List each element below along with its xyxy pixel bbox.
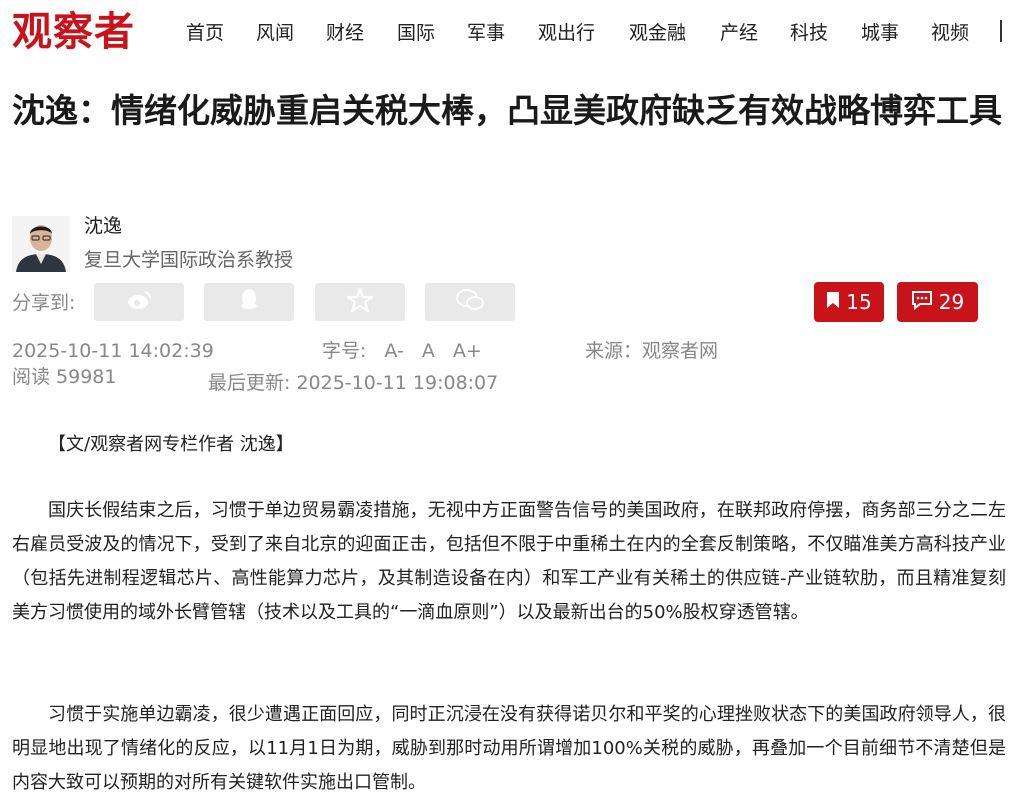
font-size-normal-button[interactable]: A (422, 340, 435, 362)
paragraph-text: 习惯于实施单边霸凌，很少遭遇正面回应，同时正沉浸在没有获得诺贝尔和平奖的心理挫败… (12, 704, 1006, 793)
nav-item-city[interactable]: 城事 (861, 18, 931, 48)
weibo-icon (126, 289, 152, 315)
nav-item-guanchuxing[interactable]: 观出行 (538, 18, 629, 48)
publish-time: 2025-10-11 14:02:39 (12, 340, 214, 362)
font-size-label: 字号: (322, 340, 367, 362)
article-byline: 【文/观察者网专栏作者 沈逸】 (48, 434, 294, 455)
article-body-paragraph: 国庆长假结束之后，习惯于单边贸易霸凌措施，无视中方正面警告信号的美国政府，在联邦… (12, 494, 1006, 630)
bookmark-count: 15 (846, 290, 872, 314)
comment-button[interactable]: 29 (897, 282, 978, 322)
font-size-larger-button[interactable]: A+ (453, 340, 482, 362)
paragraph-text: 国庆长假结束之后，习惯于单边贸易霸凌措施，无视中方正面警告信号的美国政府，在联邦… (12, 500, 1006, 623)
author-name[interactable]: 沈逸 (84, 212, 122, 240)
article-source: 来源：观察者网 (585, 340, 719, 362)
qq-icon (238, 288, 260, 316)
nav-item-fengwen[interactable]: 风闻 (256, 18, 326, 48)
wechat-icon (456, 289, 484, 315)
site-logo[interactable]: 观察者 (12, 6, 135, 58)
top-bar: 观察者 首页 风闻 财经 国际 军事 观出行 观金融 产经 科技 城事 视频 (0, 0, 1024, 64)
font-size-smaller-button[interactable]: A- (384, 340, 403, 362)
share-weibo-button[interactable] (94, 283, 184, 321)
author-description: 复旦大学国际政治系教授 (84, 249, 294, 271)
nav-item-military[interactable]: 军事 (467, 18, 538, 48)
comment-count: 29 (938, 290, 965, 314)
last-updated: 最后更新: 2025-10-11 19:08:07 (208, 372, 499, 394)
qzone-star-icon (344, 285, 376, 316)
nav-item-video[interactable]: 视频 (931, 18, 991, 48)
nav-item-industry[interactable]: 产经 (720, 18, 790, 48)
font-size-controls: 字号: A- A A+ (322, 337, 482, 365)
bookmark-icon (826, 290, 846, 314)
bookmark-button[interactable]: 15 (814, 282, 884, 322)
nav-item-home[interactable]: 首页 (186, 18, 256, 48)
share-qq-button[interactable] (204, 283, 294, 321)
share-qzone-button[interactable] (315, 283, 405, 321)
nav-item-tech[interactable]: 科技 (790, 18, 861, 48)
nav-item-guanjinrong[interactable]: 观金融 (629, 18, 720, 48)
share-label: 分享到: (12, 292, 76, 314)
author-avatar[interactable] (12, 216, 70, 272)
nav-item-finance[interactable]: 财经 (326, 18, 397, 48)
nav-item-international[interactable]: 国际 (397, 18, 467, 48)
share-wechat-button[interactable] (425, 283, 515, 321)
read-count: 阅读 59981 (12, 366, 117, 388)
main-nav: 首页 风闻 财经 国际 军事 观出行 观金融 产经 科技 城事 视频 (186, 18, 991, 48)
comment-icon (911, 290, 939, 315)
nav-divider (1000, 20, 1002, 42)
article-body-paragraph: 习惯于实施单边霸凌，很少遭遇正面回应，同时正沉浸在没有获得诺贝尔和平奖的心理挫败… (12, 698, 1006, 800)
article-title: 沈逸：情绪化威胁重启关税大棒，凸显美政府缺乏有效战略博弈工具 (12, 91, 1002, 130)
